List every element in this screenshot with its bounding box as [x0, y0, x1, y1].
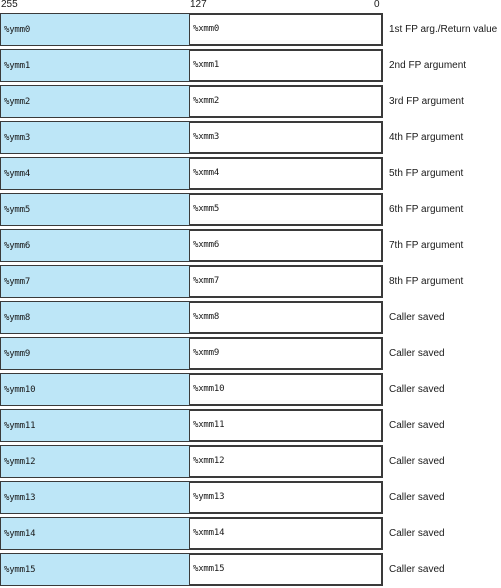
xmm-register-name: %xmm1 — [193, 60, 220, 70]
xmm-register-box: %xmm7 — [189, 266, 382, 297]
register-row-6: %ymm6 %xmm6 7th FP argument — [0, 228, 501, 264]
ymm-register-name: %ymm11 — [4, 421, 36, 431]
xmm-register-name: %xmm14 — [193, 528, 225, 538]
register-usage: 3rd FP argument — [389, 96, 464, 107]
register-usage: Caller saved — [389, 564, 445, 575]
register-usage: Caller saved — [389, 492, 445, 503]
ymm-register-name: %ymm13 — [4, 493, 36, 503]
ymm-register-name: %ymm2 — [4, 97, 31, 107]
xmm-register-name: %xmm9 — [193, 348, 220, 358]
register-row-8: %ymm8 %xmm8 Caller saved — [0, 300, 501, 336]
register-row-15: %ymm15 %xmm15 Caller saved — [0, 552, 501, 588]
register-row-14: %ymm14 %xmm14 Caller saved — [0, 516, 501, 552]
ymm-register-name: %ymm6 — [4, 241, 31, 251]
xmm-register-name: %xmm4 — [193, 168, 220, 178]
register-usage: 6th FP argument — [389, 204, 464, 215]
ymm-register-name: %ymm9 — [4, 349, 31, 359]
register-usage: Caller saved — [389, 348, 445, 359]
register-row-3: %ymm3 %xmm3 4th FP argument — [0, 120, 501, 156]
register-row-4: %ymm4 %xmm4 5th FP argument — [0, 156, 501, 192]
register-usage: Caller saved — [389, 456, 445, 467]
ymm-register-name: %ymm14 — [4, 529, 36, 539]
xmm-register-name: %xmm6 — [193, 240, 220, 250]
xmm-register-name: %xmm3 — [193, 132, 220, 142]
xmm-register-box: %xmm14 — [189, 518, 382, 549]
register-row-2: %ymm2 %xmm2 3rd FP argument — [0, 84, 501, 120]
register-usage: 5th FP argument — [389, 168, 464, 179]
ymm-register-name: %ymm8 — [4, 313, 31, 323]
ymm-register-name: %ymm1 — [4, 61, 31, 71]
xmm-register-box: %ymm13 — [189, 482, 382, 513]
register-row-9: %ymm9 %xmm9 Caller saved — [0, 336, 501, 372]
xmm-register-box: %xmm2 — [189, 86, 382, 117]
ymm-register-name: %ymm4 — [4, 169, 31, 179]
register-usage: 8th FP argument — [389, 276, 464, 287]
xmm-register-name: %xmm8 — [193, 312, 220, 322]
xmm-register-box: %xmm12 — [189, 446, 382, 477]
xmm-register-box: %xmm10 — [189, 374, 382, 405]
register-row-5: %ymm5 %xmm5 6th FP argument — [0, 192, 501, 228]
xmm-register-box: %xmm3 — [189, 122, 382, 153]
register-usage: 2nd FP argument — [389, 60, 467, 71]
register-row-10: %ymm10 %xmm10 Caller saved — [0, 372, 501, 408]
xmm-register-box: %xmm0 — [189, 14, 382, 45]
xmm-register-box: %xmm5 — [189, 194, 382, 225]
xmm-register-box: %xmm15 — [189, 554, 382, 585]
register-row-0: %ymm0 %xmm0 1st FP arg./Return value — [0, 12, 501, 48]
xmm-register-box: %xmm1 — [189, 50, 382, 81]
xmm-register-name: %xmm15 — [193, 564, 225, 574]
register-row-7: %ymm7 %xmm7 8th FP argument — [0, 264, 501, 300]
ymm-register-name: %ymm10 — [4, 385, 36, 395]
xmm-register-box: %xmm6 — [189, 230, 382, 261]
register-usage: Caller saved — [389, 528, 445, 539]
register-row-1: %ymm1 %xmm1 2nd FP argument — [0, 48, 501, 84]
register-row-12: %ymm12 %xmm12 Caller saved — [0, 444, 501, 480]
register-usage: Caller saved — [389, 384, 445, 395]
bit-label-255: 255 — [1, 0, 18, 10]
register-row-11: %ymm11 %xmm11 Caller saved — [0, 408, 501, 444]
xmm-register-name: %xmm0 — [193, 24, 220, 34]
xmm-register-box: %xmm8 — [189, 302, 382, 333]
register-usage: Caller saved — [389, 312, 445, 323]
register-row-13: %ymm13 %ymm13 Caller saved — [0, 480, 501, 516]
register-usage: 7th FP argument — [389, 240, 464, 251]
xmm-register-box: %xmm9 — [189, 338, 382, 369]
ymm-register-name: %ymm7 — [4, 277, 31, 287]
ymm-register-name: %ymm12 — [4, 457, 36, 467]
xmm-register-name: %xmm11 — [193, 420, 225, 430]
xmm-register-name: %ymm13 — [193, 492, 225, 502]
bit-label-127: 127 — [190, 0, 207, 10]
xmm-register-box: %xmm11 — [189, 410, 382, 441]
ymm-register-name: %ymm3 — [4, 133, 31, 143]
xmm-register-box: %xmm4 — [189, 158, 382, 189]
register-usage: 4th FP argument — [389, 132, 464, 143]
xmm-register-name: %xmm10 — [193, 384, 225, 394]
ymm-register-name: %ymm5 — [4, 205, 31, 215]
xmm-register-name: %xmm2 — [193, 96, 220, 106]
xmm-register-name: %xmm7 — [193, 276, 220, 286]
register-usage: 1st FP arg./Return value — [389, 24, 498, 35]
ymm-register-name: %ymm15 — [4, 565, 36, 575]
register-list: %ymm0 %xmm0 1st FP arg./Return value %ym… — [0, 12, 501, 588]
bit-label-0: 0 — [374, 0, 380, 10]
ymm-register-name: %ymm0 — [4, 25, 31, 35]
register-usage: Caller saved — [389, 420, 445, 431]
xmm-register-name: %xmm5 — [193, 204, 220, 214]
bit-position-header: 255 127 0 — [0, 0, 501, 12]
xmm-register-name: %xmm12 — [193, 456, 225, 466]
